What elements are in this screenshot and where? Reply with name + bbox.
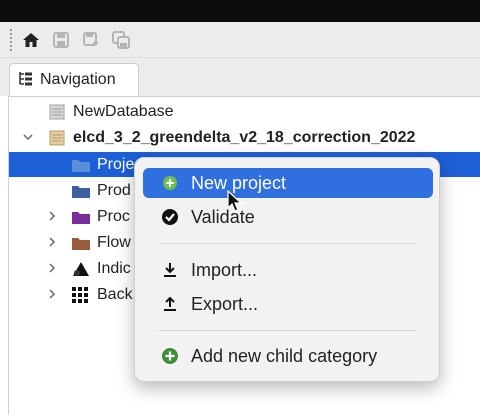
database-icon <box>49 104 69 120</box>
tab-navigation-label: Navigation <box>40 71 116 88</box>
add-circle-icon <box>161 174 179 192</box>
toolbar <box>0 22 480 58</box>
export-icon <box>161 295 179 313</box>
folder-icon <box>71 183 91 199</box>
tree-item-label: Flow <box>97 233 131 251</box>
tree-item-label: Back <box>97 285 133 303</box>
menu-item-label: Import... <box>191 259 258 280</box>
chevron-right-icon[interactable] <box>45 261 59 275</box>
menu-item-label: Export... <box>191 293 259 314</box>
menu-item-new-project[interactable]: New project <box>143 168 433 198</box>
grid-icon <box>71 286 91 303</box>
toolbar-grip[interactable] <box>10 28 14 51</box>
folder-icon <box>71 235 91 251</box>
add-circle-green-icon <box>161 347 179 365</box>
context-menu: New project Validate Import... Export...… <box>134 157 440 382</box>
import-icon <box>161 261 179 279</box>
menu-item-label: Add new child category <box>191 345 378 366</box>
save-as-icon[interactable] <box>80 29 102 51</box>
indicators-icon <box>71 260 91 276</box>
check-circle-icon <box>161 208 179 226</box>
folder-icon <box>71 157 91 173</box>
save-icon[interactable] <box>50 29 72 51</box>
menu-item-validate[interactable]: Validate <box>143 202 433 232</box>
chevron-right-icon[interactable] <box>45 209 59 223</box>
navigation-tree-icon <box>18 70 34 91</box>
chevron-down-icon[interactable] <box>21 130 35 144</box>
menu-separator <box>159 243 417 244</box>
save-all-icon[interactable] <box>110 29 132 51</box>
tree-item-label: Proje <box>97 155 135 173</box>
view-tab-strip: Navigation <box>0 58 480 96</box>
tree-item-elcd-database[interactable]: elcd_3_2_greendelta_v2_18_correction_202… <box>9 125 480 150</box>
chevron-right-icon[interactable] <box>45 287 59 301</box>
database-icon <box>49 130 69 146</box>
tree-item-label: Proc <box>97 207 130 225</box>
home-icon[interactable] <box>20 29 42 51</box>
tab-navigation[interactable]: Navigation <box>9 63 139 96</box>
menu-item-add-new-child-category[interactable]: Add new child category <box>143 341 433 371</box>
window-top-bar <box>0 0 480 22</box>
tree-item-label: NewDatabase <box>73 102 174 120</box>
chevron-right-icon[interactable] <box>45 235 59 249</box>
tree-item-newdatabase[interactable]: NewDatabase <box>9 99 480 124</box>
menu-item-export[interactable]: Export... <box>143 289 433 319</box>
menu-item-import[interactable]: Import... <box>143 255 433 285</box>
folder-icon <box>71 209 91 225</box>
tree-item-label: elcd_3_2_greendelta_v2_18_correction_202… <box>73 128 416 146</box>
mouse-cursor-icon <box>227 189 243 214</box>
menu-separator <box>159 330 417 331</box>
tree-item-label: Prod <box>97 181 131 199</box>
menu-item-label: Validate <box>191 206 255 227</box>
tree-item-label: Indic <box>97 259 131 277</box>
